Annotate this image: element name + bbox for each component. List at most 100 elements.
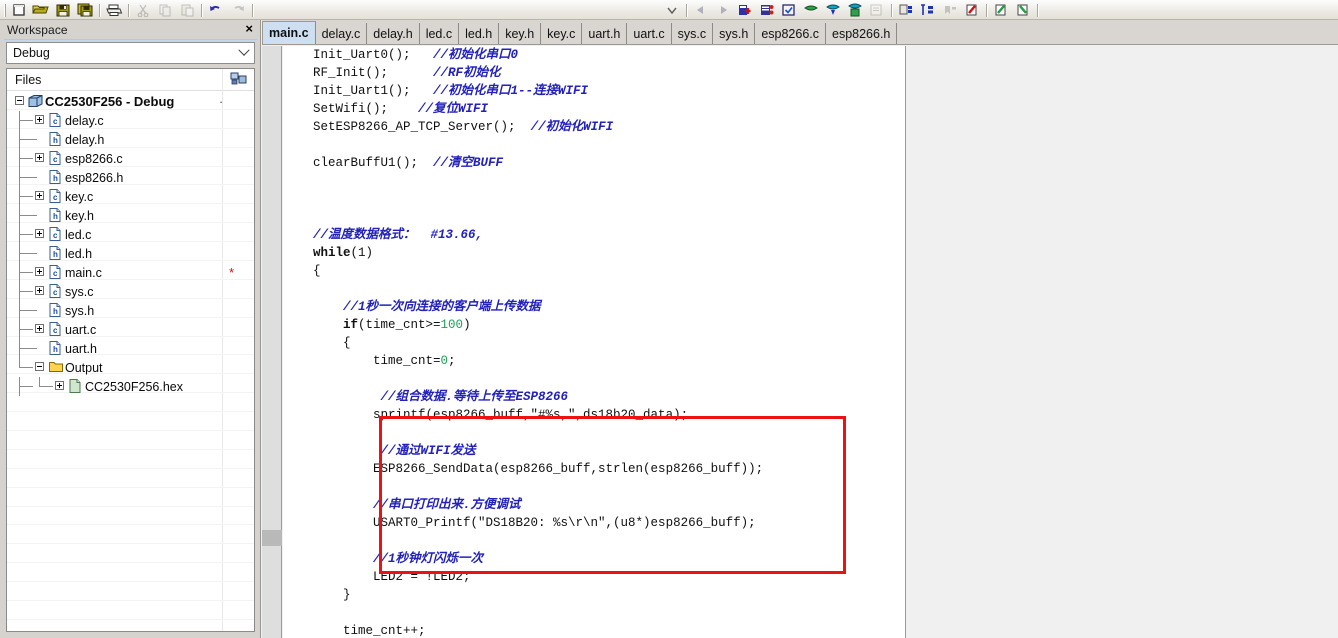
toolbar-separator-8 bbox=[1034, 2, 1041, 18]
collapse-icon[interactable] bbox=[15, 96, 24, 105]
tab-delay-h[interactable]: delay.h bbox=[367, 23, 420, 44]
tree-item-sys-h[interactable]: h sys.h bbox=[7, 301, 254, 320]
bookmark-toggle-icon[interactable] bbox=[895, 1, 917, 19]
tree-item-output[interactable]: Output bbox=[7, 358, 254, 377]
build-configuration-select[interactable]: Debug bbox=[6, 42, 255, 64]
files-grid-row bbox=[7, 601, 254, 620]
c-file-icon: c bbox=[49, 322, 62, 337]
tree-item-uart-c[interactable]: c uart.c bbox=[7, 320, 254, 339]
chevron-down-icon[interactable] bbox=[234, 43, 254, 63]
tree-item-delay-h[interactable]: h delay.h bbox=[7, 130, 254, 149]
tab-uart-h[interactable]: uart.h bbox=[582, 23, 628, 44]
expand-icon[interactable] bbox=[35, 191, 44, 200]
debug-go-icon[interactable] bbox=[800, 1, 822, 19]
code-text: ESP8266_SendData(esp8266_buff,strlen(esp… bbox=[373, 462, 764, 476]
tab-label: led.h bbox=[465, 26, 493, 41]
code-comment: //串口打印出来.方便调试 bbox=[373, 498, 521, 512]
hex-file-icon bbox=[69, 379, 82, 394]
open-folder-icon[interactable] bbox=[30, 1, 52, 19]
print-icon[interactable] bbox=[103, 1, 125, 19]
find-icon[interactable] bbox=[961, 1, 983, 19]
tree-item-key-c[interactable]: c key.c bbox=[7, 187, 254, 206]
tab-delay-c[interactable]: delay.c bbox=[315, 23, 368, 44]
code-text: } bbox=[343, 588, 351, 602]
tree-item-cc2530f256-hex[interactable]: CC2530F256.hex bbox=[7, 377, 254, 396]
expand-icon[interactable] bbox=[35, 267, 44, 276]
tree-item-delay-c[interactable]: c delay.c bbox=[7, 111, 254, 130]
dropdown-chevron-icon[interactable] bbox=[661, 1, 683, 19]
workspace-overview-icon[interactable] bbox=[230, 71, 248, 87]
expand-icon[interactable] bbox=[35, 324, 44, 333]
tab-esp8266-c[interactable]: esp8266.c bbox=[755, 23, 826, 44]
tree-item-key-h[interactable]: h key.h bbox=[7, 206, 254, 225]
stop-debug-icon[interactable] bbox=[822, 1, 844, 19]
project-file-icon bbox=[28, 94, 43, 109]
toolbar-grip[interactable] bbox=[1, 2, 8, 18]
code-line: SetWifi(); //复位WIFI bbox=[283, 100, 905, 118]
tree-item-sys-c[interactable]: c sys.c bbox=[7, 282, 254, 301]
toolbar-separator-7 bbox=[983, 2, 990, 18]
tree-item-label: delay.h bbox=[65, 132, 105, 147]
tree-item-esp8266-c[interactable]: c esp8266.c bbox=[7, 149, 254, 168]
expand-icon[interactable] bbox=[55, 381, 64, 390]
bookmark-next-icon[interactable] bbox=[917, 1, 939, 19]
editor-gutter[interactable] bbox=[262, 46, 282, 638]
gutter-scroll-thumb[interactable] bbox=[262, 530, 282, 546]
find-prev-icon[interactable] bbox=[1012, 1, 1034, 19]
code-text: time_cnt= bbox=[373, 354, 441, 368]
tab-uart-c[interactable]: uart.c bbox=[627, 23, 672, 44]
code-text: { bbox=[313, 264, 321, 278]
code-text: USART0_Printf("DS18B20: %s\r\n",(u8*)esp… bbox=[373, 516, 756, 530]
tree-item-uart-h[interactable]: h uart.h bbox=[7, 339, 254, 358]
find-next-icon[interactable] bbox=[990, 1, 1012, 19]
tab-sys-c[interactable]: sys.c bbox=[671, 23, 714, 44]
tree-item-cc2530f256-debug[interactable]: CC2530F256 - Debug · bbox=[7, 92, 254, 111]
tab-key-c[interactable]: key.c bbox=[541, 23, 583, 44]
code-editor[interactable]: Init_Uart0(); //初始化串口0 RF_Init(); //RF初始… bbox=[283, 46, 905, 638]
download-icon[interactable] bbox=[844, 1, 866, 19]
tab-main-c[interactable]: main.c bbox=[262, 21, 316, 44]
expand-icon[interactable] bbox=[35, 229, 44, 238]
save-icon[interactable] bbox=[52, 1, 74, 19]
collapse-icon[interactable] bbox=[35, 362, 44, 371]
tab-esp8266-h[interactable]: esp8266.h bbox=[826, 23, 898, 44]
files-tree-panel[interactable]: Files CC2530F256 - Debug · c delay.c h delay.… bbox=[6, 68, 255, 632]
files-grid-row bbox=[7, 563, 254, 583]
bookmark-clear-icon bbox=[939, 1, 961, 19]
tab-sys-h[interactable]: sys.h bbox=[713, 23, 756, 44]
expand-icon[interactable] bbox=[35, 286, 44, 295]
tree-item-led-c[interactable]: c led.c bbox=[7, 225, 254, 244]
close-icon[interactable]: × bbox=[245, 22, 253, 36]
code-comment: //初始化WIFI bbox=[530, 120, 614, 134]
toolbar-separator-6 bbox=[888, 2, 895, 18]
make-icon[interactable] bbox=[756, 1, 778, 19]
save-all-icon[interactable] bbox=[74, 1, 96, 19]
tree-item-label: uart.c bbox=[65, 322, 97, 337]
code-number: 0 bbox=[440, 354, 449, 368]
tree-item-esp8266-h[interactable]: h esp8266.h bbox=[7, 168, 254, 187]
new-document-icon[interactable] bbox=[8, 1, 30, 19]
tree-item-led-h[interactable]: h led.h bbox=[7, 244, 254, 263]
editor-tab-strip: main.c delay.c delay.h led.c led.h key.h key.c… bbox=[262, 20, 1338, 45]
toggle-breakpoint-icon[interactable] bbox=[734, 1, 756, 19]
expand-icon[interactable] bbox=[35, 153, 44, 162]
tree-item-main-c[interactable]: c main.c * bbox=[7, 263, 254, 282]
files-grid-row bbox=[7, 431, 254, 450]
tree-item-label: delay.c bbox=[65, 113, 104, 128]
code-text: RF_Init(); bbox=[313, 66, 434, 80]
code-line: Init_Uart1(); //初始化串口1--连接WIFI bbox=[283, 82, 905, 100]
tab-led-c[interactable]: led.c bbox=[419, 23, 460, 44]
svg-text:c: c bbox=[53, 117, 58, 126]
tab-led-h[interactable]: led.h bbox=[459, 23, 500, 44]
undo-icon[interactable] bbox=[205, 1, 227, 19]
tab-key-h[interactable]: key.h bbox=[499, 23, 542, 44]
expand-icon[interactable] bbox=[35, 115, 44, 124]
compile-icon[interactable] bbox=[778, 1, 800, 19]
svg-text:h: h bbox=[53, 174, 58, 183]
